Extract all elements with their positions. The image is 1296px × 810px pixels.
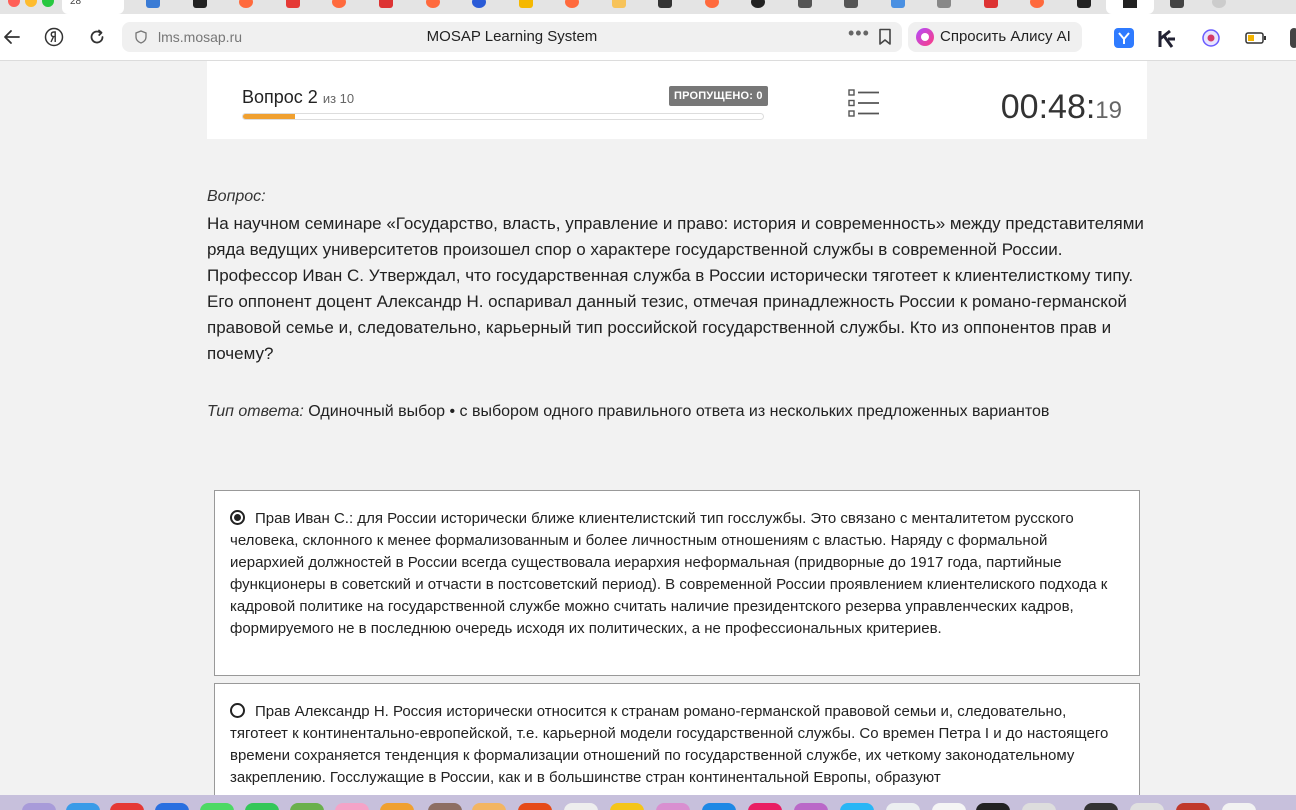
dock-app-icon[interactable] <box>886 803 920 810</box>
macos-dock <box>0 795 1296 810</box>
extension-vpn-icon[interactable] <box>1201 28 1221 48</box>
tab-favicon[interactable] <box>891 0 905 8</box>
timer-seconds: 19 <box>1095 97 1122 124</box>
progress-bar <box>242 113 764 120</box>
tab-favicon[interactable] <box>519 0 533 8</box>
alice-icon <box>916 28 934 46</box>
page-title: MOSAP Learning System <box>426 28 598 45</box>
question-counter: Вопрос 2 из 10 <box>242 87 354 108</box>
tab-favicon[interactable] <box>332 0 346 8</box>
tab-pinned-active[interactable] <box>1106 0 1154 14</box>
tab-favicon[interactable] <box>658 0 672 8</box>
tab-favicon[interactable] <box>1170 0 1184 8</box>
extension-overflow-icon[interactable] <box>1290 28 1296 48</box>
dock-app-icon[interactable] <box>932 803 966 810</box>
dock-app-icon[interactable] <box>290 803 324 810</box>
answer-type-label: Тип ответа: <box>207 403 304 420</box>
dock-app-icon[interactable] <box>1176 803 1210 810</box>
ask-alice-button[interactable]: Спросить Алису AI <box>908 22 1082 52</box>
tab-favicon[interactable] <box>705 0 719 8</box>
dock-app-icon[interactable] <box>110 803 144 810</box>
dock-app-icon[interactable] <box>794 803 828 810</box>
dock-app-icon[interactable] <box>428 803 462 810</box>
bookmark-icon[interactable] <box>878 28 892 51</box>
browser-toolbar: lms.mosap.ru MOSAP Learning System ••• С… <box>0 14 1296 61</box>
tab-favicon[interactable] <box>1077 0 1091 8</box>
radio-button-selected[interactable] <box>230 510 245 525</box>
reload-icon[interactable] <box>85 25 109 49</box>
extension-k-icon[interactable] <box>1156 28 1176 48</box>
yandex-logo-icon[interactable] <box>42 25 66 49</box>
new-tab-icon[interactable] <box>1212 0 1226 8</box>
address-bar[interactable]: lms.mosap.ru MOSAP Learning System ••• <box>122 22 902 52</box>
bookmark-icon <box>1123 0 1137 8</box>
answer-option-1[interactable]: Прав Иван С.: для России исторически бли… <box>214 490 1140 676</box>
dock-app-icon[interactable] <box>518 803 552 810</box>
question-total: из 10 <box>322 91 355 106</box>
progress-fill <box>243 114 295 119</box>
dock-app-icon[interactable] <box>472 803 506 810</box>
dock-app-icon[interactable] <box>245 803 279 810</box>
tab-favicon[interactable] <box>426 0 440 8</box>
question-text: На научном семинаре «Государство, власть… <box>207 214 1144 363</box>
dock-app-icon[interactable] <box>1022 803 1056 810</box>
question-number: Вопрос 2 <box>242 87 318 107</box>
tab-favicon[interactable] <box>193 0 207 8</box>
radio-button[interactable] <box>230 703 245 718</box>
dock-app-icon[interactable] <box>155 803 189 810</box>
dock-app-icon[interactable] <box>200 803 234 810</box>
tab-favicon[interactable] <box>844 0 858 8</box>
ask-alice-label: Спросить Алису AI <box>940 28 1071 45</box>
answer-option-text[interactable]: Прав Александр Н. Россия исторически отн… <box>230 703 1108 786</box>
dock-app-icon[interactable] <box>335 803 369 810</box>
dock-app-icon[interactable] <box>1084 803 1118 810</box>
tab-favicon[interactable] <box>1030 0 1044 8</box>
tab-favicon[interactable] <box>798 0 812 8</box>
skipped-badge[interactable]: ПРОПУЩЕНО: 0 <box>669 86 768 106</box>
dock-app-icon[interactable] <box>380 803 414 810</box>
timer-main: 00:48: <box>1000 88 1096 126</box>
countdown-timer: 00:48:19 <box>1001 88 1122 127</box>
more-menu-icon[interactable]: ••• <box>848 23 870 44</box>
answer-option-2[interactable]: Прав Александр Н. Россия исторически отн… <box>214 683 1140 810</box>
tab-current[interactable]: 28 <box>62 0 124 14</box>
dock-app-icon[interactable] <box>610 803 644 810</box>
maximize-window-icon[interactable] <box>42 0 54 7</box>
answer-option-text[interactable]: Прав Иван С.: для России исторически бли… <box>230 510 1107 637</box>
tab-favicon[interactable] <box>984 0 998 8</box>
question-label: Вопрос: <box>207 188 266 205</box>
dock-app-icon[interactable] <box>22 803 56 810</box>
extension-market-icon[interactable] <box>1114 28 1134 48</box>
answer-type: Тип ответа: Одиночный выбор • с выбором … <box>207 403 1152 421</box>
tab-favicon[interactable] <box>751 0 765 8</box>
dock-app-icon[interactable] <box>66 803 100 810</box>
battery-icon[interactable] <box>1245 28 1266 48</box>
tab-favicon[interactable] <box>379 0 393 8</box>
question-list-icon[interactable] <box>848 89 880 122</box>
tab-favicon[interactable] <box>565 0 579 8</box>
tab-label: 28 <box>70 0 82 7</box>
dock-app-icon[interactable] <box>1130 803 1164 810</box>
tab-strip: 28 <box>0 0 1296 14</box>
dock-app-icon[interactable] <box>702 803 736 810</box>
dock-app-icon[interactable] <box>656 803 690 810</box>
tab-favicon[interactable] <box>937 0 951 8</box>
minimize-window-icon[interactable] <box>25 0 37 7</box>
tab-favicon[interactable] <box>612 0 626 8</box>
tab-favicon[interactable] <box>286 0 300 8</box>
tab-favicon[interactable] <box>239 0 253 8</box>
tab-favicon[interactable] <box>472 0 486 8</box>
dock-app-icon[interactable] <box>976 803 1010 810</box>
close-window-icon[interactable] <box>8 0 20 7</box>
dock-app-icon[interactable] <box>564 803 598 810</box>
answer-type-value: Одиночный выбор • с выбором одного прави… <box>308 403 1050 420</box>
dock-app-icon[interactable] <box>748 803 782 810</box>
back-icon[interactable] <box>0 25 24 49</box>
test-header-card: Вопрос 2 из 10 ПРОПУЩЕНО: 0 00:48:19 <box>207 61 1147 139</box>
dock-app-icon[interactable] <box>840 803 874 810</box>
tab-favicon[interactable] <box>146 0 160 8</box>
dock-app-icon[interactable] <box>1222 803 1256 810</box>
